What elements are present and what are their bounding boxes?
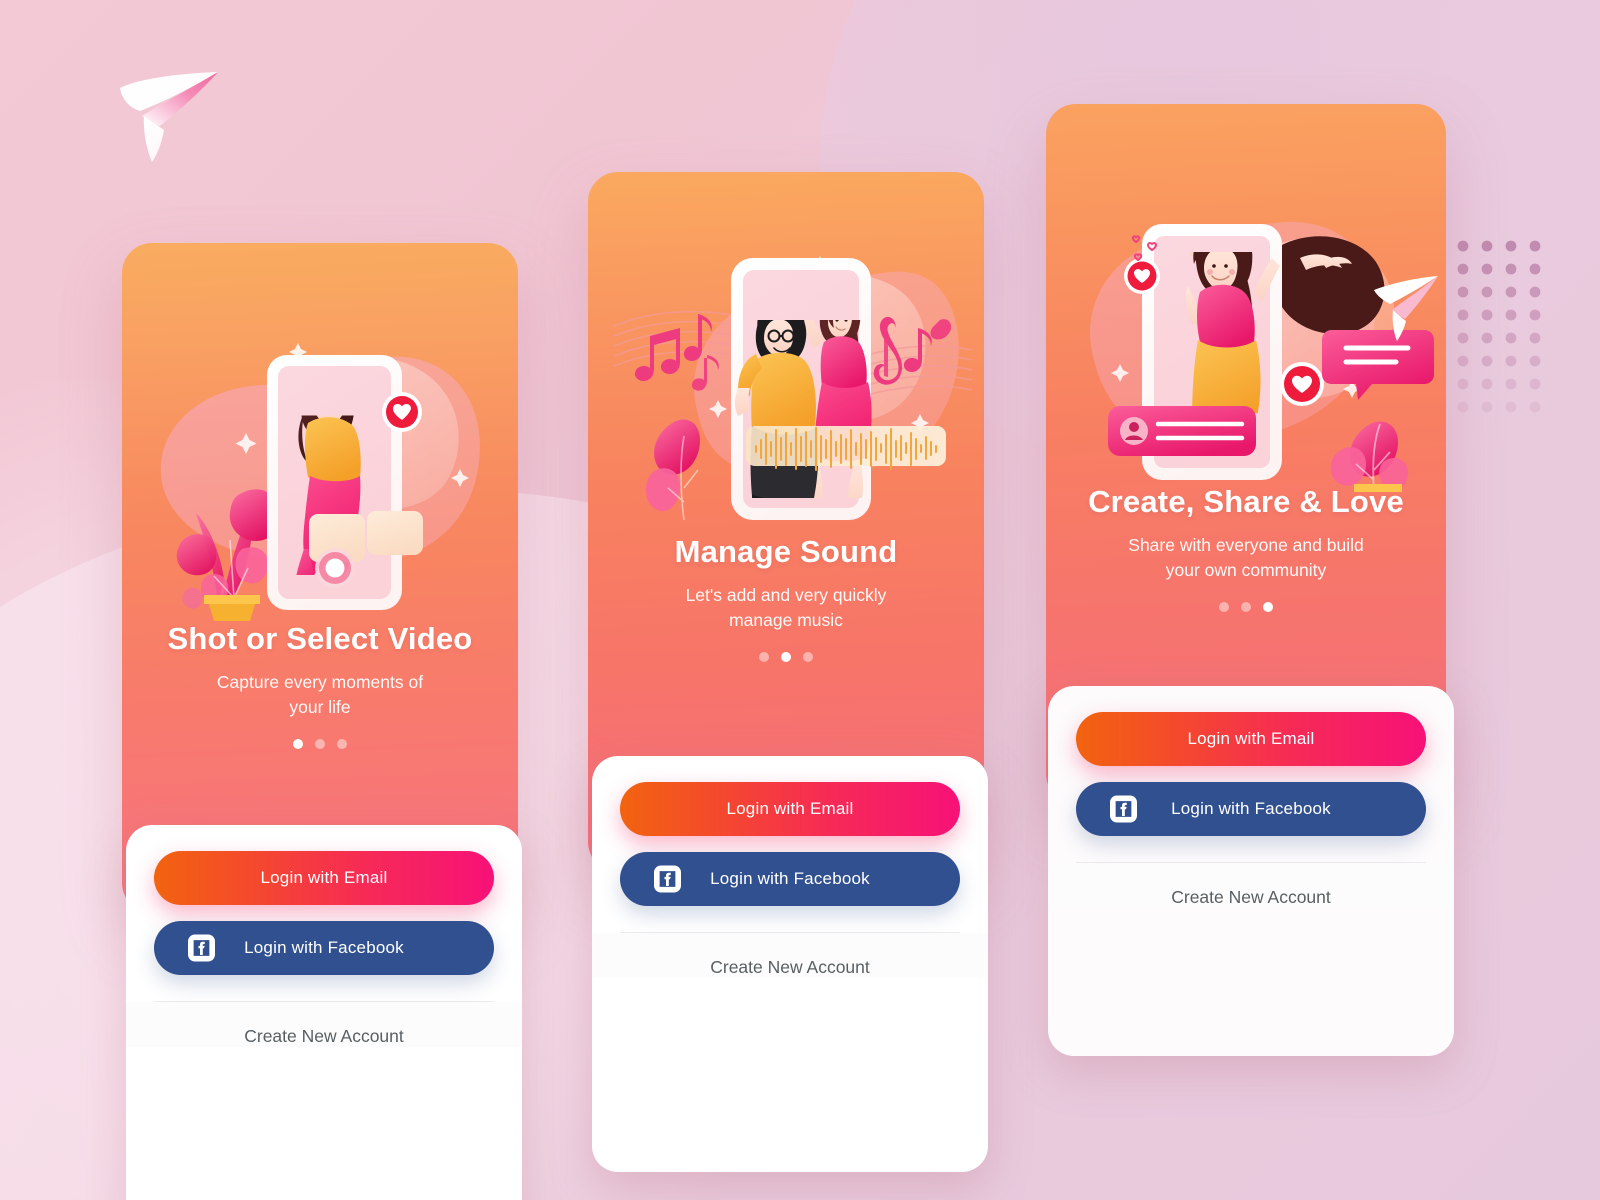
- pagination-dots[interactable]: [588, 652, 984, 662]
- card-1-auth-sheet: Login with Email Login with Facebook Cre…: [126, 825, 522, 1200]
- card-1-create-account-area: Create New Account: [126, 1002, 522, 1047]
- page-subtitle: Let's add and very quickly manage music: [588, 583, 984, 633]
- card-2-auth-buttons: Login with Email Login with Facebook: [592, 756, 988, 933]
- pagination-dot-3[interactable]: [1263, 602, 1273, 612]
- facebook-button-label: Login with Facebook: [710, 869, 870, 888]
- subtitle-line-2: your own community: [1165, 560, 1327, 580]
- login-with-email-button[interactable]: Login with Email: [154, 851, 494, 905]
- woman-sharing-social-illustration: [1046, 202, 1446, 492]
- woman-dancing-phone-illustration: [122, 313, 518, 623]
- facebook-button-label: Login with Facebook: [244, 938, 404, 957]
- pagination-dot-2[interactable]: [1241, 602, 1251, 612]
- card-1-screen: Shot or Select Video Capture every momen…: [122, 243, 518, 913]
- card-3-text-block: Create, Share & Love Share with everyone…: [1046, 484, 1446, 612]
- card-3-auth-buttons: Login with Email Login with Facebook: [1048, 686, 1454, 863]
- card-3-create-account-area: Create New Account: [1048, 863, 1454, 908]
- facebook-button-label: Login with Facebook: [1171, 799, 1331, 818]
- pagination-dots[interactable]: [1046, 602, 1446, 612]
- page-subtitle: Capture every moments of your life: [122, 670, 518, 720]
- login-with-email-button[interactable]: Login with Email: [1076, 712, 1426, 766]
- page-title: Manage Sound: [674, 534, 898, 569]
- onboarding-card-3[interactable]: Create, Share & Love Share with everyone…: [1046, 104, 1454, 1056]
- subtitle-line-1: Capture every moments of: [216, 672, 424, 692]
- facebook-icon: [188, 934, 215, 962]
- facebook-icon: [1110, 795, 1137, 823]
- card-2-text-block: Manage Sound Let's add and very quickly …: [588, 534, 984, 662]
- login-with-email-button[interactable]: Login with Email: [620, 782, 960, 836]
- pagination-dot-2[interactable]: [315, 739, 325, 749]
- facebook-icon: [654, 865, 681, 893]
- card-2-create-account-area: Create New Account: [592, 933, 988, 978]
- card-1-text-block: Shot or Select Video Capture every momen…: [122, 621, 518, 749]
- dot-grid-icon: [1455, 236, 1559, 424]
- page-subtitle: Share with everyone and build your own c…: [1046, 533, 1446, 583]
- pagination-dot-3[interactable]: [803, 652, 813, 662]
- create-new-account-link[interactable]: Create New Account: [126, 1002, 522, 1047]
- subtitle-line-2: manage music: [729, 610, 843, 630]
- login-with-facebook-button[interactable]: Login with Facebook: [154, 921, 494, 975]
- card-1-auth-buttons: Login with Email Login with Facebook: [126, 825, 522, 1002]
- login-with-facebook-button[interactable]: Login with Facebook: [1076, 782, 1426, 836]
- card-2-auth-sheet: Login with Email Login with Facebook Cre…: [592, 756, 988, 1172]
- couple-dancing-music-illustration: [588, 230, 984, 530]
- page-title: Create, Share & Love: [1088, 484, 1404, 519]
- login-with-facebook-button[interactable]: Login with Facebook: [620, 852, 960, 906]
- pagination-dot-1[interactable]: [1219, 602, 1229, 612]
- onboarding-card-2[interactable]: Manage Sound Let's add and very quickly …: [588, 172, 988, 1172]
- pagination-dot-1[interactable]: [759, 652, 769, 662]
- page-title: Shot or Select Video: [167, 621, 473, 656]
- create-new-account-link[interactable]: Create New Account: [1048, 863, 1454, 908]
- pagination-dot-1[interactable]: [293, 739, 303, 749]
- paper-plane-icon: [114, 58, 234, 168]
- subtitle-line-1: Let's add and very quickly: [685, 585, 887, 605]
- card-3-auth-sheet: Login with Email Login with Facebook Cre…: [1048, 686, 1454, 1056]
- onboarding-card-1[interactable]: Shot or Select Video Capture every momen…: [122, 243, 522, 1200]
- pagination-dot-3[interactable]: [337, 739, 347, 749]
- pagination-dot-2[interactable]: [781, 652, 791, 662]
- pagination-dots[interactable]: [122, 739, 518, 749]
- subtitle-line-1: Share with everyone and build: [1128, 535, 1364, 555]
- create-new-account-link[interactable]: Create New Account: [592, 933, 988, 978]
- subtitle-line-2: your life: [289, 697, 351, 717]
